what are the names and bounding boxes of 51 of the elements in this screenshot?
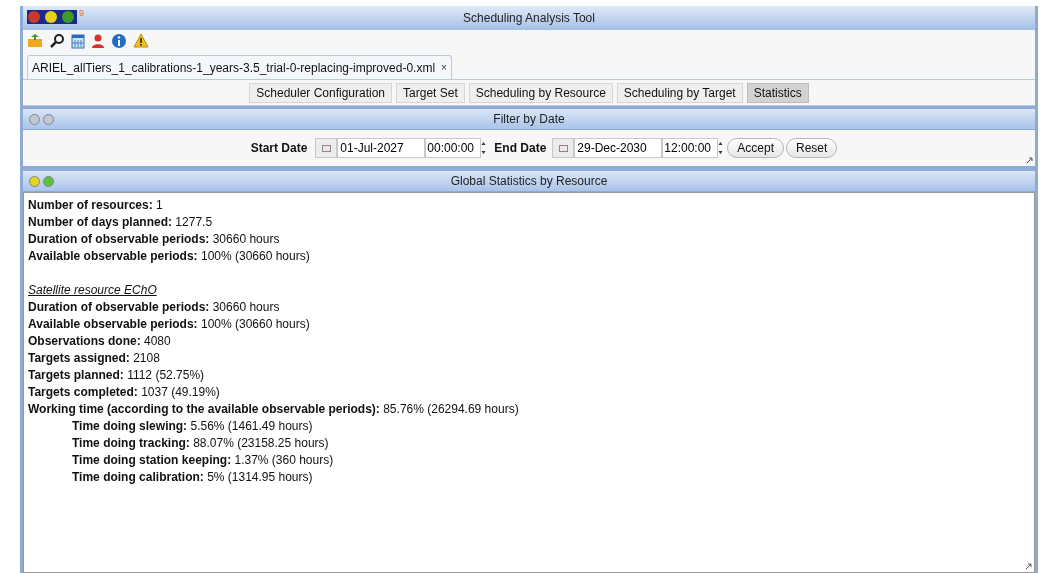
statistic-line: Available observable periods: 100% (30660 hours) [28, 248, 310, 265]
statistic-line: Number of days planned: 1277.5 [28, 214, 213, 231]
resize-grip-icon[interactable] [1025, 563, 1032, 570]
warning-icon[interactable] [133, 33, 149, 49]
logo-icon [27, 9, 77, 25]
action-button[interactable]: Reset [786, 138, 838, 158]
panel-title: Global Statistics by Resource [450, 173, 608, 190]
statistic-line: Time doing station keeping: 1.37% (360 hours) [72, 452, 334, 469]
folder-icon[interactable] [27, 33, 43, 49]
statistic-line: Working time (according to the available observable periods): 85.76% (26294.69 hours) [28, 401, 519, 418]
calendar-icon [558, 144, 568, 152]
spinner-arrows-icon[interactable] [481, 141, 487, 155]
statistic-line: Targets assigned: 2108 [28, 350, 160, 367]
view-tab[interactable]: Scheduling by Resource [468, 82, 613, 103]
close-button[interactable]: × [441, 62, 447, 73]
file-tab-label: ARIEL_allTiers_1_calibrations-1_years-3.5_trial-0-replacing-improved-0.xml [32, 59, 436, 77]
search-icon[interactable] [49, 33, 65, 49]
info-icon[interactable] [111, 33, 127, 49]
statistic-line: Time doing slewing: 5.56% (1461.49 hours) [72, 418, 313, 435]
view-tab[interactable]: Target Set [396, 82, 465, 103]
view-tab[interactable]: Scheduler Configuration [249, 82, 393, 103]
end-time-field[interactable]: 12:00:00 [662, 138, 719, 158]
statistic-line: Number of resources: 1 [28, 197, 163, 214]
statistic-line: Targets completed: 1037 (49.19%) [28, 384, 220, 401]
calendar-icon [321, 144, 331, 152]
calendar-button[interactable] [552, 138, 575, 158]
start-time-field[interactable]: 00:00:00 [425, 138, 482, 158]
person-icon[interactable] [91, 33, 105, 49]
view-tab[interactable]: Statistics [746, 82, 809, 103]
start-date-field[interactable]: 01-Jul-2027 [337, 138, 426, 158]
statistic-line: Available observable periods: 100% (30660 hours) [28, 316, 310, 333]
statistic-line: Time doing tracking: 88.07% (23158.25 hours) [72, 435, 329, 452]
start-date-label: Start Date [250, 140, 308, 157]
file-tab[interactable]: ARIEL_allTiers_1_calibrations-1_years-3.5_trial-0-replacing-improved-0.xml × [27, 55, 452, 79]
statistic-line: Observations done: 4080 [28, 333, 171, 350]
calendar-icon[interactable] [71, 33, 85, 49]
end-date-label: End Date [494, 140, 547, 157]
window-title: Scheduling Analysis Tool [463, 10, 595, 27]
resize-grip-icon[interactable] [1026, 157, 1033, 164]
logo-mark: 9 [79, 9, 84, 18]
spinner-arrows-icon[interactable] [718, 141, 724, 155]
section-heading: Satellite resource EChO [28, 282, 157, 299]
statistic-line: Time doing calibration: 5% (1314.95 hours) [72, 469, 313, 486]
calendar-button[interactable] [315, 138, 338, 158]
statistic-line: Duration of observable periods: 30660 hours [28, 231, 280, 248]
view-tab[interactable]: Scheduling by Target [616, 82, 743, 103]
statistic-line: Duration of observable periods: 30660 hours [28, 299, 280, 316]
end-date-field[interactable]: 29-Dec-2030 [574, 138, 663, 158]
panel-title: Filter by Date [493, 111, 565, 128]
action-button[interactable]: Accept [727, 138, 784, 158]
statistic-line: Targets planned: 1112 (52.75%) [28, 367, 205, 384]
